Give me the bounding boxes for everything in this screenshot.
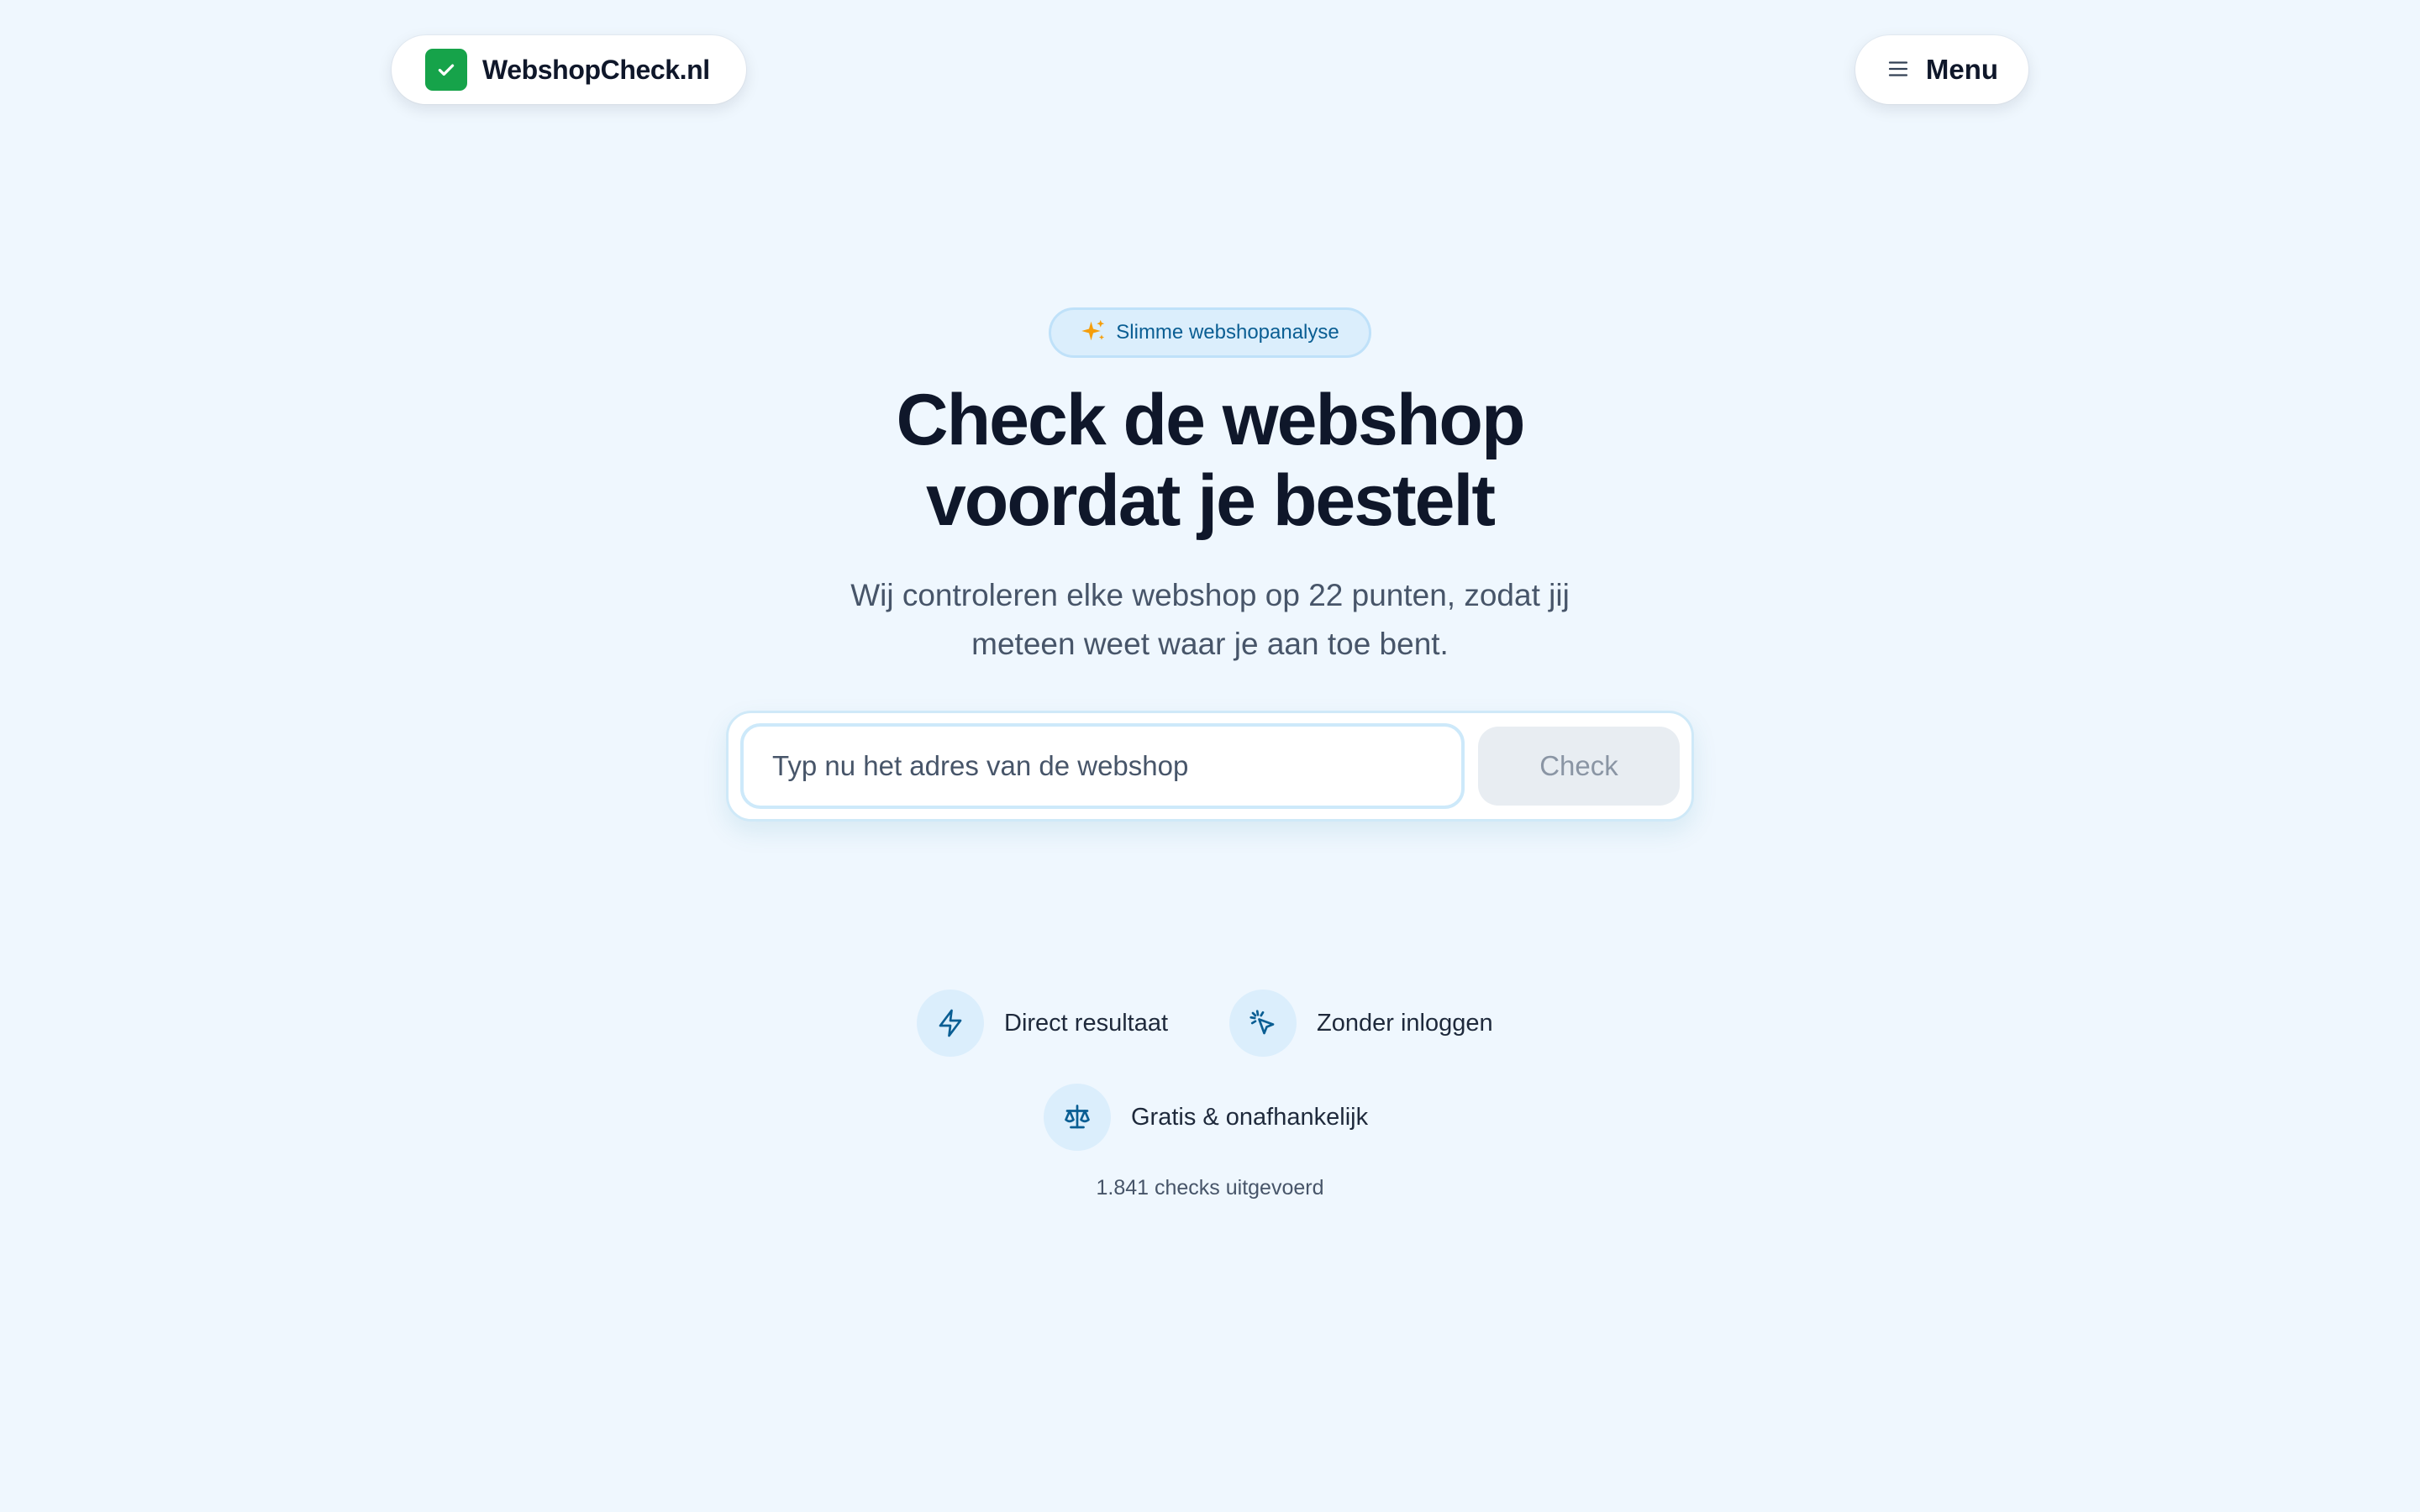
webshop-url-input[interactable]: [740, 723, 1465, 809]
feature-label: Gratis & onafhankelijk: [1131, 1103, 1369, 1131]
check-button[interactable]: Check: [1478, 727, 1680, 806]
feature-label: Direct resultaat: [1004, 1009, 1169, 1037]
hero-title-line-1: Check de webshop: [896, 380, 1526, 460]
feature-badge: Slimme webshopanalyse: [1049, 307, 1371, 358]
feature-free-independent: Gratis & onafhankelijk: [1044, 1084, 1368, 1151]
hero-title-line-2: voordat je bestelt: [925, 460, 1496, 541]
hero-subtitle-line-1: Wij controleren elke webshop op 22 punte…: [850, 578, 1570, 612]
scale-icon: [1044, 1084, 1111, 1151]
logo-text: WebshopCheck.nl: [482, 54, 710, 85]
hero-subtitle-line-2: meteen weet waar je aan toe bent.: [971, 627, 1449, 661]
sparkles-icon: [1081, 318, 1106, 348]
cursor-click-icon: [1229, 990, 1297, 1057]
search-form: Check: [726, 711, 1694, 822]
feature-label: Zonder inloggen: [1317, 1009, 1493, 1037]
hero-subtitle: Wij controleren elke webshop op 22 punte…: [0, 571, 2420, 669]
menu-label: Menu: [1925, 54, 1999, 85]
logo-link[interactable]: WebshopCheck.nl: [392, 35, 746, 104]
hamburger-menu-icon: [1886, 56, 1911, 84]
check-icon: [425, 49, 467, 91]
feature-direct-result: Direct resultaat: [917, 990, 1168, 1057]
checks-counter: 1.841 checks uitgevoerd: [1096, 1176, 1324, 1200]
menu-button[interactable]: Menu: [1855, 35, 2028, 104]
badge-text: Slimme webshopanalyse: [1116, 321, 1339, 344]
lightning-icon: [917, 990, 984, 1057]
feature-no-login: Zonder inloggen: [1229, 990, 1493, 1057]
hero-title: Check de webshop voordat je bestelt: [0, 380, 2420, 541]
